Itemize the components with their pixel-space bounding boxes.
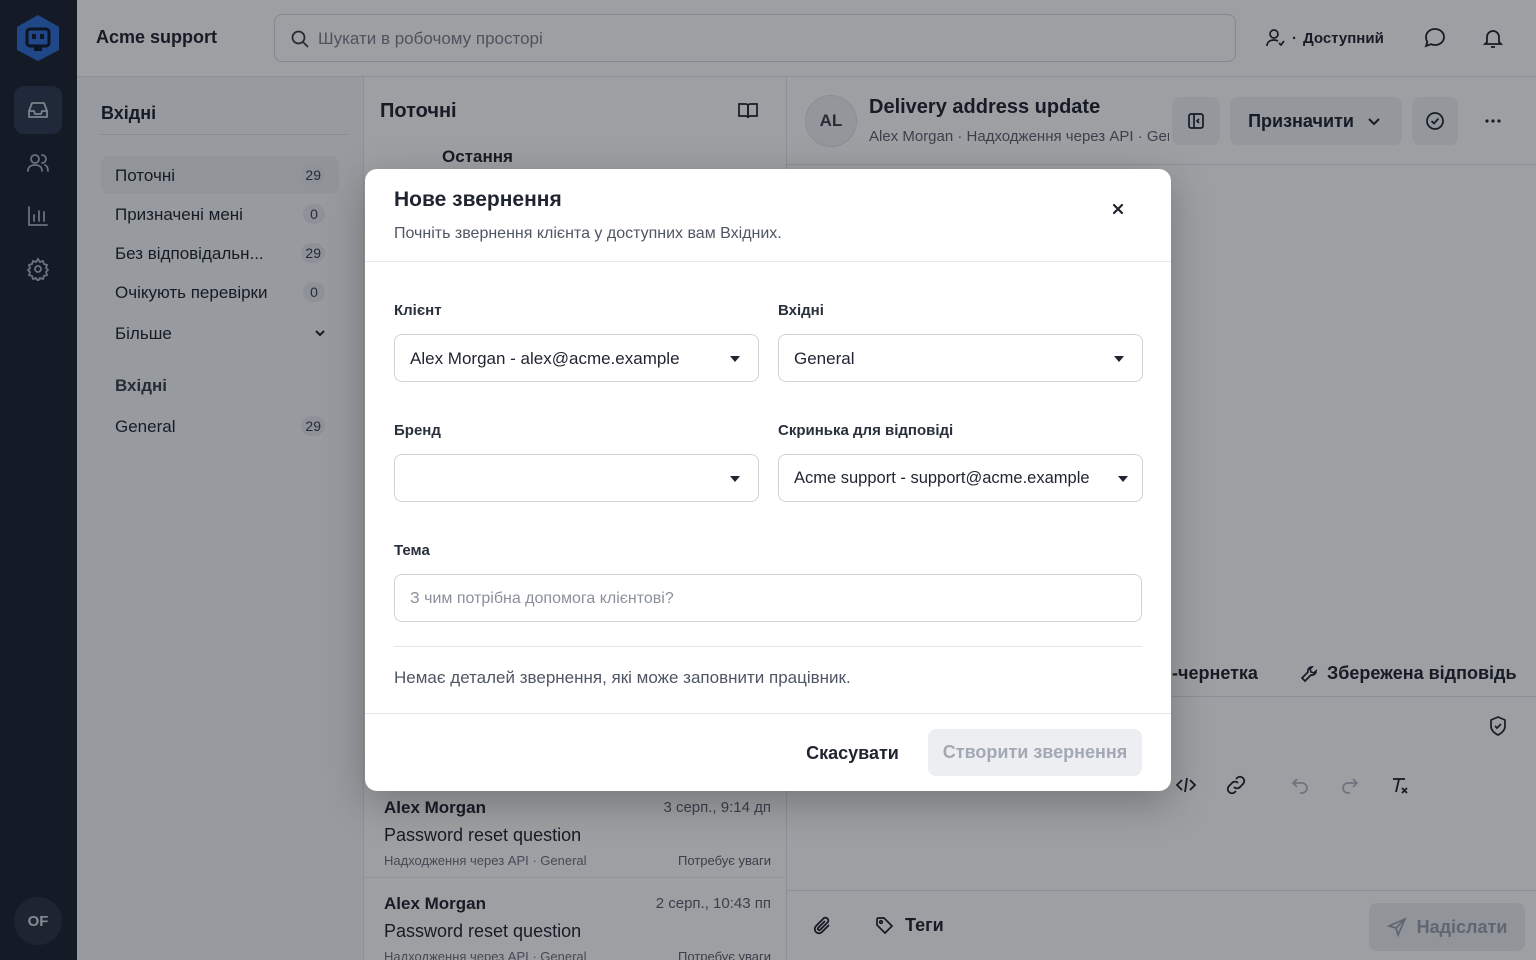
inbox-select[interactable]: General <box>778 334 1143 382</box>
subject-placeholder: З чим потрібна допомога клієнтові? <box>410 590 674 607</box>
subject-field-label: Тема <box>394 542 430 559</box>
subject-input[interactable]: З чим потрібна допомога клієнтові? <box>394 574 1142 622</box>
reply-mailbox-select-value: Acme support - support@acme.example <box>794 469 1090 487</box>
reply-mailbox-field-label: Скринька для відповіді <box>778 422 954 439</box>
customer-select-value: Alex Morgan - alex@acme.example <box>410 349 680 368</box>
caret-down-icon <box>730 356 740 362</box>
customer-select[interactable]: Alex Morgan - alex@acme.example <box>394 334 759 382</box>
close-icon <box>1112 203 1124 215</box>
new-conversation-dialog: Нове звернення Почніть звернення клієнта… <box>365 169 1171 791</box>
divider <box>365 261 1171 262</box>
inbox-field-label: Вхідні <box>778 302 824 319</box>
inbox-select-value: General <box>794 349 855 368</box>
brand-field-label: Бренд <box>394 422 441 439</box>
dialog-title: Нове звернення <box>394 188 562 211</box>
caret-down-icon <box>730 476 740 482</box>
brand-select[interactable] <box>394 454 759 502</box>
customer-field-label: Клієнт <box>394 302 442 319</box>
dialog-description: Почніть звернення клієнта у доступних ва… <box>394 225 782 242</box>
close-button[interactable] <box>1106 197 1130 221</box>
caret-down-icon <box>1118 476 1128 482</box>
caret-down-icon <box>1114 356 1124 362</box>
divider <box>365 713 1171 714</box>
reply-mailbox-select[interactable]: Acme support - support@acme.example <box>778 454 1143 502</box>
cancel-button[interactable]: Скасувати <box>795 729 910 777</box>
create-conversation-button[interactable]: Створити звернення <box>928 729 1142 776</box>
no-details-message: Немає деталей звернення, які може заповн… <box>394 668 851 687</box>
divider <box>394 646 1142 647</box>
